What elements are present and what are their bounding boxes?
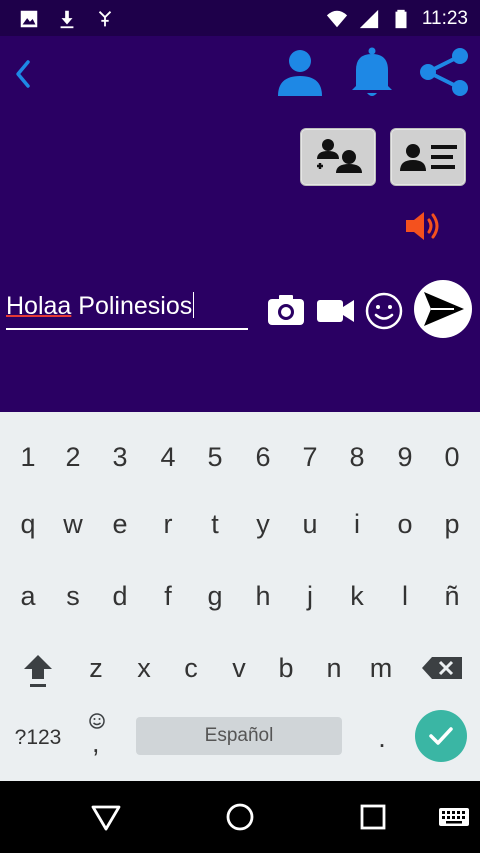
keyboard-z-row: z x c v b n m: [0, 638, 480, 698]
speaker-icon[interactable]: [402, 206, 442, 246]
misspelled-word: Holaa: [6, 292, 72, 320]
key-0[interactable]: 0: [432, 427, 472, 487]
key-n-tilde[interactable]: ñ: [432, 566, 472, 626]
navigation-bar: [0, 781, 480, 853]
key-c[interactable]: c: [171, 638, 211, 698]
key-h[interactable]: h: [243, 566, 283, 626]
nav-home-icon[interactable]: [222, 799, 258, 835]
key-g[interactable]: g: [195, 566, 235, 626]
backspace-icon[interactable]: [418, 638, 466, 698]
key-2[interactable]: 2: [53, 427, 93, 487]
group-icon: [317, 139, 362, 173]
camera-icon[interactable]: [266, 290, 306, 330]
wifi-icon: [326, 10, 347, 28]
keyboard-a-row: a s d f g h j k l ñ: [0, 566, 480, 626]
symbols-key[interactable]: ?123: [10, 708, 66, 768]
key-7[interactable]: 7: [290, 427, 330, 487]
message-input[interactable]: Holaa Polinesios: [6, 290, 248, 330]
key-y[interactable]: y: [243, 494, 283, 554]
download-icon: [60, 10, 74, 29]
bell-icon[interactable]: [344, 44, 400, 100]
key-a[interactable]: a: [8, 566, 48, 626]
comma-emoji-key[interactable]: ,: [80, 708, 116, 768]
key-4[interactable]: 4: [148, 427, 188, 487]
shift-key-icon[interactable]: [14, 638, 62, 698]
contact-card-button[interactable]: [390, 128, 466, 186]
keyboard-switch-icon[interactable]: [436, 799, 472, 835]
key-o[interactable]: o: [385, 494, 425, 554]
share-icon[interactable]: [416, 44, 472, 100]
key-z[interactable]: z: [76, 638, 116, 698]
key-l[interactable]: l: [385, 566, 425, 626]
key-k[interactable]: k: [337, 566, 377, 626]
enter-key[interactable]: [415, 710, 467, 762]
key-9[interactable]: 9: [385, 427, 425, 487]
comma-label: ,: [92, 728, 100, 758]
key-f[interactable]: f: [148, 566, 188, 626]
key-w[interactable]: w: [53, 494, 93, 554]
message-rest: Polinesios: [71, 292, 193, 320]
person-icon[interactable]: [272, 44, 328, 100]
text-caret: [193, 292, 195, 318]
nav-back-icon[interactable]: [88, 799, 124, 835]
space-key[interactable]: Español: [136, 717, 342, 755]
back-icon[interactable]: [8, 54, 40, 94]
send-icon: [424, 292, 464, 326]
key-5[interactable]: 5: [195, 427, 235, 487]
key-b[interactable]: b: [266, 638, 306, 698]
key-v[interactable]: v: [219, 638, 259, 698]
keyboard-q-row: q w e r t y u i o p: [0, 494, 480, 554]
clock: 11:23: [421, 8, 468, 29]
emoji-icon[interactable]: [364, 290, 404, 330]
video-icon[interactable]: [316, 290, 356, 330]
key-n[interactable]: n: [314, 638, 354, 698]
message-input-text[interactable]: Holaa Polinesios: [6, 292, 195, 321]
key-s[interactable]: s: [53, 566, 93, 626]
checkmark-icon: [429, 727, 453, 745]
period-key[interactable]: .: [362, 708, 402, 768]
image-icon: [20, 10, 38, 28]
soft-keyboard: 1 2 3 4 5 6 7 8 9 0 q w e r t y u i o p …: [0, 412, 480, 781]
contact-card-icon: [400, 144, 457, 171]
key-u[interactable]: u: [290, 494, 330, 554]
key-3[interactable]: 3: [100, 427, 140, 487]
key-m[interactable]: m: [361, 638, 401, 698]
group-contacts-button[interactable]: [300, 128, 376, 186]
keyboard-number-row: 1 2 3 4 5 6 7 8 9 0: [0, 427, 480, 487]
key-r[interactable]: r: [148, 494, 188, 554]
send-button[interactable]: [414, 280, 472, 338]
key-d[interactable]: d: [100, 566, 140, 626]
key-j[interactable]: j: [290, 566, 330, 626]
key-e[interactable]: e: [100, 494, 140, 554]
key-8[interactable]: 8: [337, 427, 377, 487]
status-bar: 11:23: [0, 0, 480, 36]
key-q[interactable]: q: [8, 494, 48, 554]
usb-debug-icon: [98, 11, 112, 27]
nav-recents-icon[interactable]: [355, 799, 391, 835]
signal-icon: [359, 9, 379, 29]
key-6[interactable]: 6: [243, 427, 283, 487]
chat-screen: Holaa Polinesios: [0, 36, 480, 412]
key-x[interactable]: x: [124, 638, 164, 698]
key-t[interactable]: t: [195, 494, 235, 554]
key-1[interactable]: 1: [8, 427, 48, 487]
key-p[interactable]: p: [432, 494, 472, 554]
battery-icon: [395, 9, 407, 29]
key-i[interactable]: i: [337, 494, 377, 554]
